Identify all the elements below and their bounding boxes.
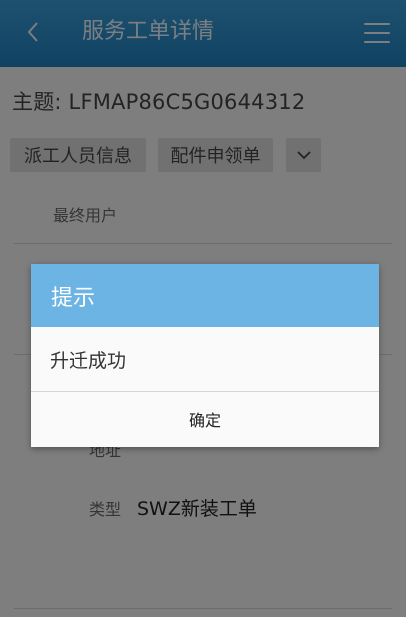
dialog-body: 升迁成功 (31, 327, 379, 392)
dialog-title: 提示 (51, 285, 96, 311)
dialog-header: 提示 (31, 264, 379, 327)
ok-button[interactable]: 确定 (31, 392, 379, 446)
dialog-message: 升迁成功 (50, 349, 127, 372)
alert-dialog: 提示 升迁成功 确定 (31, 264, 379, 447)
